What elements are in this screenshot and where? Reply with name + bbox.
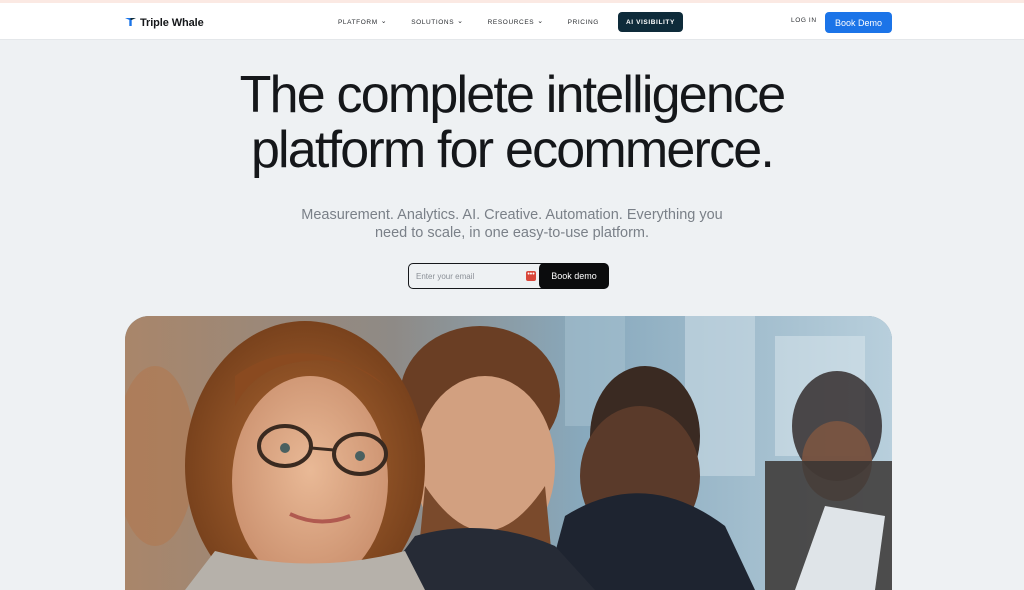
headline-line-1: The complete intelligence	[239, 66, 786, 124]
main-nav: PLATFORM ⌄ SOLUTIONS ⌄ RESOURCES ⌄ PRICI…	[338, 12, 683, 32]
hero-subtitle: Measurement. Analytics. AI. Creative. Au…	[272, 206, 752, 242]
nav-item-solutions[interactable]: SOLUTIONS ⌄	[411, 12, 463, 32]
book-demo-form-button[interactable]: Book demo	[539, 263, 609, 289]
subtitle-line-2: need to scale, in one easy-to-use platfo…	[374, 225, 650, 241]
nav-item-resources[interactable]: RESOURCES ⌄	[488, 12, 544, 32]
brand-logo[interactable]: Triple Whale	[125, 14, 204, 32]
nav-item-pricing[interactable]: PRICING	[568, 12, 599, 32]
chevron-down-icon: ⌄	[457, 17, 464, 25]
nav-label: PRICING	[567, 18, 599, 26]
nav-item-platform[interactable]: PLATFORM ⌄	[338, 12, 387, 32]
chevron-down-icon: ⌄	[380, 17, 388, 25]
password-manager-icon[interactable]: •••	[526, 271, 536, 281]
nav-label: SOLUTIONS	[411, 18, 455, 26]
hero-photo-illustration	[125, 316, 892, 590]
headline-line-2: platform for ecommerce.	[250, 121, 775, 179]
nav-label: PLATFORM	[338, 18, 378, 26]
whale-tail-icon	[125, 14, 136, 32]
brand-name: Triple Whale	[140, 17, 204, 29]
login-link[interactable]: LOG IN	[791, 17, 817, 24]
hero-image	[125, 316, 892, 590]
nav-label: RESOURCES	[487, 18, 535, 26]
hero-headline: The complete intelligence platform for e…	[0, 68, 1024, 178]
ai-visibility-button[interactable]: AI VISIBILITY	[617, 12, 683, 32]
email-input[interactable]	[409, 264, 539, 288]
subtitle-line-1: Measurement. Analytics. AI. Creative. Au…	[301, 207, 723, 223]
navbar: Triple Whale PLATFORM ⌄ SOLUTIONS ⌄ RESO…	[0, 3, 1024, 40]
email-form: ••• Book demo	[408, 263, 609, 289]
book-demo-button[interactable]: Book Demo	[825, 12, 892, 33]
chevron-down-icon: ⌄	[537, 17, 544, 25]
